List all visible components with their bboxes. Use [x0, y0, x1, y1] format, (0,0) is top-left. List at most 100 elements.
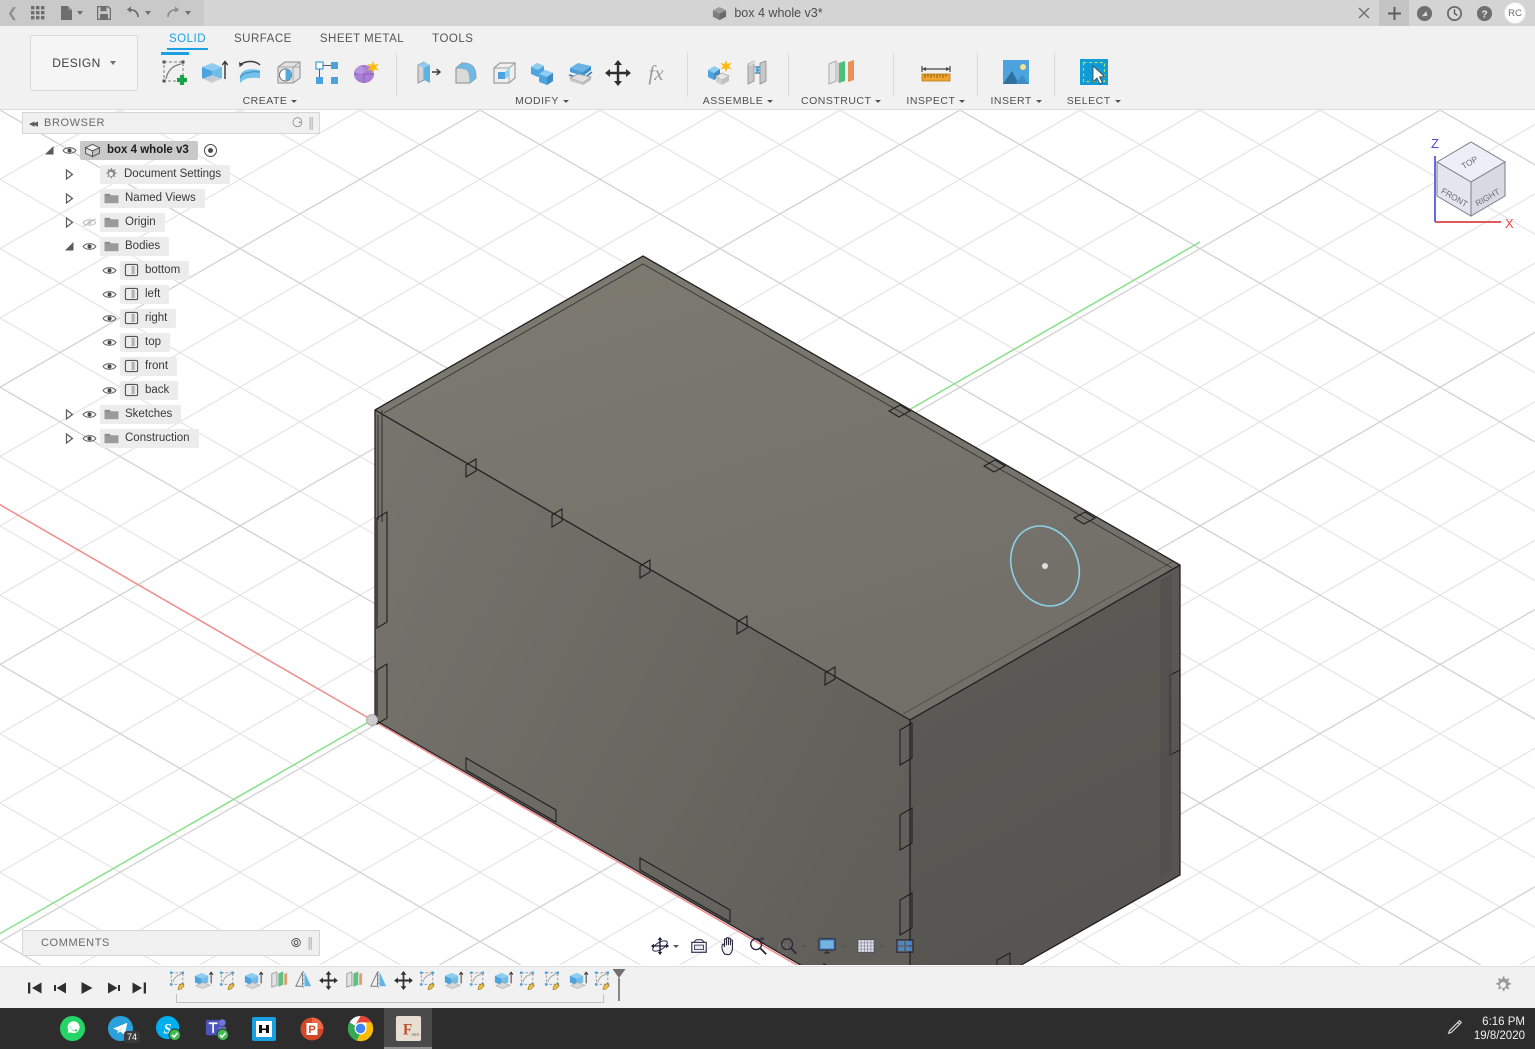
chevron-down-icon[interactable] — [767, 99, 774, 103]
timeline-move-1[interactable] — [316, 968, 341, 994]
browser-node-box[interactable]: right — [120, 308, 177, 328]
browser-node-box[interactable]: bottom — [120, 260, 190, 280]
expand-arrow-icon[interactable] — [60, 216, 78, 228]
revolve-tool[interactable] — [232, 53, 270, 93]
comments-resize-grip[interactable]: ∥ — [307, 935, 314, 951]
collapse-panel-icon[interactable]: ❮ — [4, 5, 24, 21]
visibility-toggle[interactable] — [78, 409, 100, 420]
show-data-panel-button[interactable] — [24, 0, 53, 26]
timeline-settings-button[interactable] — [1493, 975, 1513, 998]
change-parameters-tool[interactable]: fx — [637, 53, 675, 93]
go-to-beginning-button[interactable] — [22, 974, 48, 1002]
job-status-clock-icon[interactable] — [1439, 0, 1469, 26]
joint-tool[interactable] — [738, 53, 776, 93]
browser-node-box[interactable]: front — [120, 356, 178, 376]
chevron-down-icon[interactable] — [875, 99, 882, 103]
tab-solid[interactable]: SOLID — [155, 29, 220, 50]
expand-arrow-icon[interactable] — [60, 408, 78, 420]
visibility-toggle[interactable] — [98, 289, 120, 300]
taskbar-start-button[interactable] — [0, 1008, 48, 1049]
browser-node-left[interactable]: left — [22, 282, 320, 306]
rectangular-pattern-tool[interactable] — [308, 53, 346, 93]
browser-node-construction[interactable]: Construction — [22, 426, 320, 450]
browser-node-box[interactable]: Construction — [100, 428, 199, 448]
browser-node-box[interactable]: Named Views — [100, 188, 205, 208]
chevron-down-icon[interactable] — [1035, 99, 1042, 103]
chevron-down-icon[interactable] — [959, 99, 966, 103]
timeline-mirror-2[interactable] — [366, 968, 391, 994]
comments-panel[interactable]: COMMENTS ⦾ ∥ — [22, 930, 320, 956]
browser-node-box[interactable]: Sketches — [100, 404, 182, 424]
offset-plane-tool[interactable] — [818, 53, 864, 93]
zoom-window-tool[interactable] — [773, 933, 812, 959]
chevron-down-icon[interactable] — [801, 944, 807, 948]
chevron-down-icon[interactable] — [673, 944, 679, 948]
expand-arrow-icon[interactable] — [60, 168, 78, 180]
visibility-toggle[interactable] — [98, 337, 120, 348]
timeline-track[interactable] — [166, 968, 626, 1008]
taskbar-powerpoint[interactable]: P — [288, 1008, 336, 1049]
browser-node-box[interactable]: Bodies — [100, 236, 170, 256]
visibility-toggle[interactable] — [58, 145, 80, 156]
save-button[interactable] — [90, 0, 118, 26]
visibility-toggle[interactable] — [98, 361, 120, 372]
browser-node-box[interactable]: top — [120, 332, 170, 352]
timeline-plane-1[interactable] — [266, 968, 291, 994]
select-tool[interactable] — [1071, 53, 1117, 93]
timeline-extrude-4[interactable] — [491, 968, 516, 994]
help-icon[interactable]: ? — [1469, 0, 1499, 26]
create-sketch-tool[interactable] — [156, 52, 194, 93]
expand-arrow-icon[interactable] — [60, 432, 78, 444]
browser-node-front[interactable]: front — [22, 354, 320, 378]
taskbar-fusion360[interactable]: F 360 — [384, 1008, 432, 1049]
play-button[interactable] — [74, 974, 100, 1002]
fit-tool[interactable] — [684, 933, 714, 959]
browser-node-box[interactable]: Document Settings — [100, 164, 231, 184]
new-tab-icon[interactable] — [1379, 0, 1409, 26]
taskbar-teams[interactable] — [192, 1008, 240, 1049]
timeline-plane-2[interactable] — [341, 968, 366, 994]
timeline-sketch-1[interactable] — [166, 968, 191, 994]
browser-node-box-4-whole-v3[interactable]: box 4 whole v3 — [22, 138, 320, 162]
chevron-down-icon[interactable] — [291, 99, 298, 103]
fillet-tool[interactable] — [447, 53, 485, 93]
combine-tool[interactable] — [523, 53, 561, 93]
browser-minimize-icon[interactable]: ⚆ — [292, 115, 304, 131]
timeline-sketch-6[interactable] — [541, 968, 566, 994]
timeline-mirror-1[interactable] — [291, 968, 316, 994]
visibility-toggle[interactable] — [78, 433, 100, 444]
chevron-down-icon[interactable] — [918, 944, 924, 948]
chevron-down-icon[interactable] — [879, 944, 885, 948]
browser-node-origin[interactable]: Origin — [22, 210, 320, 234]
browser-node-right[interactable]: right — [22, 306, 320, 330]
display-settings[interactable] — [812, 933, 851, 959]
expand-arrow-icon[interactable] — [60, 192, 78, 204]
split-face-tool[interactable] — [561, 53, 599, 93]
browser-node-document-settings[interactable]: Document Settings — [22, 162, 320, 186]
create-form-tool[interactable] — [346, 53, 384, 93]
taskbar-whatsapp[interactable] — [48, 1008, 96, 1049]
step-forward-button[interactable] — [100, 974, 126, 1002]
orbit-tool[interactable] — [645, 933, 684, 959]
extrude-tool[interactable] — [194, 53, 232, 93]
browser-collapse-icon[interactable]: ◂◂ — [29, 117, 38, 130]
browser-node-box[interactable]: Origin — [100, 212, 165, 232]
pen-tray-icon[interactable] — [1446, 1018, 1464, 1039]
browser-node-box[interactable]: left — [120, 284, 170, 304]
tab-sheet-metal[interactable]: SHEET METAL — [306, 29, 418, 50]
taskbar-app[interactable] — [240, 1008, 288, 1049]
move-copy-tool[interactable] — [599, 53, 637, 93]
browser-resize-grip[interactable]: ∥ — [308, 115, 315, 131]
collapse-arrow-icon[interactable] — [60, 241, 78, 252]
file-menu-button[interactable] — [53, 0, 90, 26]
workspace-switcher[interactable]: DESIGN — [30, 35, 138, 91]
browser-node-sketches[interactable]: Sketches — [22, 402, 320, 426]
timeline-sketch-5[interactable] — [516, 968, 541, 994]
timeline-move-2[interactable] — [391, 968, 416, 994]
redo-button[interactable] — [158, 0, 198, 26]
activate-component-radio[interactable] — [203, 143, 217, 157]
visibility-toggle[interactable] — [98, 385, 120, 396]
timeline-extrude-2[interactable] — [241, 968, 266, 994]
visibility-toggle[interactable] — [78, 241, 100, 252]
timeline-extrude-5[interactable] — [566, 968, 591, 994]
